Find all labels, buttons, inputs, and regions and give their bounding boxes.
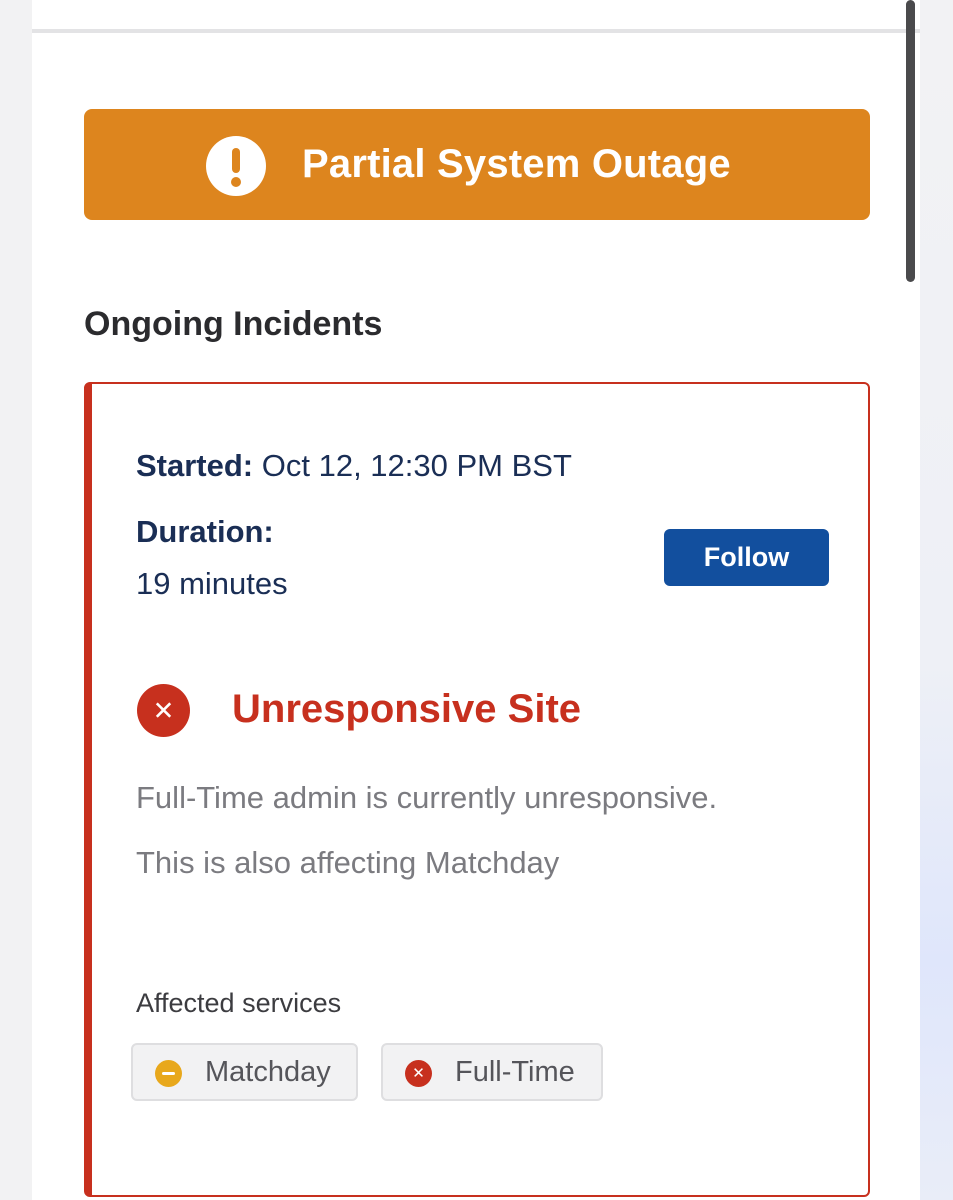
duration-label: Duration: — [136, 514, 274, 549]
x-circle-icon: ✕ — [405, 1060, 432, 1087]
duration-value: 19 minutes — [136, 566, 288, 601]
minus-circle-icon — [155, 1060, 182, 1087]
incident-title: Unresponsive Site — [232, 687, 582, 731]
window-background-edge — [920, 0, 953, 1200]
started-label: Started: — [136, 448, 254, 483]
service-chip-label: Full-Time — [455, 1056, 575, 1088]
service-chip-label: Matchday — [205, 1056, 331, 1088]
affected-services-label: Affected services — [136, 988, 342, 1018]
status-banner: Partial System Outage — [84, 109, 870, 220]
service-chip-full-time[interactable]: ✕ Full-Time — [381, 1043, 603, 1101]
incident-card: Started: Oct 12, 12:30 PM BST Duration: … — [84, 382, 870, 1197]
x-circle-icon: ✕ — [137, 684, 190, 737]
scrollbar-thumb[interactable] — [906, 0, 915, 282]
header-divider — [32, 29, 920, 33]
incident-description-line: This is also affecting Matchday — [136, 845, 560, 880]
incident-started: Started: Oct 12, 12:30 PM BST — [136, 448, 572, 484]
started-value: Oct 12, 12:30 PM BST — [261, 448, 572, 483]
status-banner-title: Partial System Outage — [302, 142, 731, 186]
section-title: Ongoing Incidents — [84, 305, 383, 343]
incident-description-line: Full-Time admin is currently unresponsiv… — [136, 780, 718, 815]
exclamation-circle-icon — [206, 136, 266, 196]
service-chip-matchday[interactable]: Matchday — [131, 1043, 358, 1101]
follow-button[interactable]: Follow — [664, 529, 829, 586]
